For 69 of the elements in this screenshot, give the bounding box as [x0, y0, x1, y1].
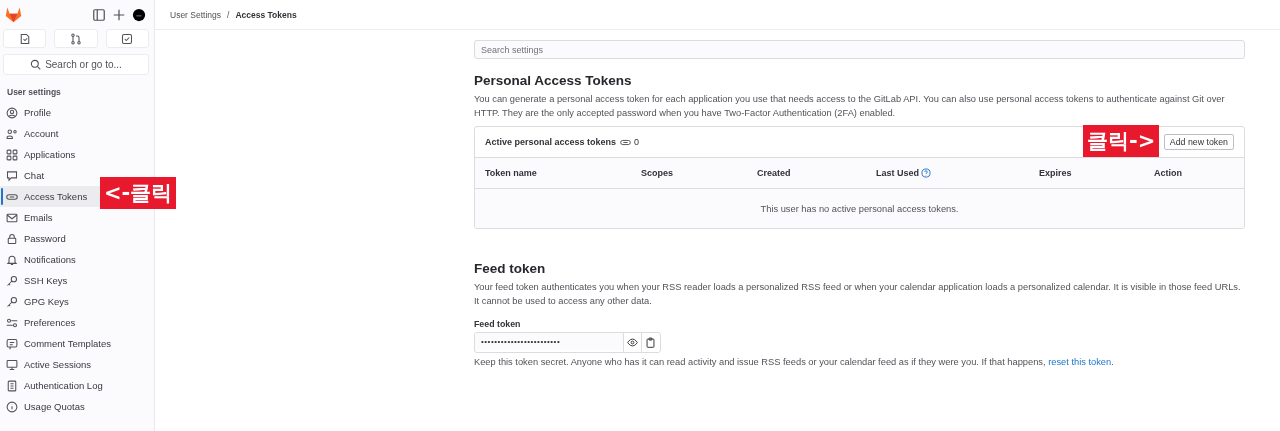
mail-icon: [6, 211, 18, 224]
sidebar-item[interactable]: SSH Keys: [0, 270, 154, 291]
todo-icon: [121, 32, 134, 45]
issue-icon: [18, 32, 31, 45]
sidebar-item[interactable]: Active Sessions: [0, 354, 154, 375]
column-header: Expires: [1039, 168, 1072, 178]
section-heading: Feed token: [474, 261, 547, 276]
sidebar-item[interactable]: Usage Quotas: [0, 396, 154, 417]
sidebar-toggle-icon[interactable]: [92, 7, 106, 22]
column-header: Scopes: [641, 168, 673, 178]
card-title: Active personal access tokens: [485, 137, 617, 147]
monitor-icon: [6, 358, 18, 371]
apps-icon: [6, 148, 18, 161]
column-header: Action: [1154, 168, 1182, 178]
sliders-icon: [6, 316, 18, 329]
info-icon: [6, 400, 18, 413]
sidebar-item[interactable]: Authentication Log: [0, 375, 154, 396]
search-button[interactable]: Search or go to...: [3, 54, 149, 75]
avatar[interactable]: [132, 7, 146, 22]
sidebar-item[interactable]: Preferences: [0, 312, 154, 333]
eye-icon: [627, 337, 638, 348]
sidebar-item[interactable]: GPG Keys: [0, 291, 154, 312]
user-icon: [6, 106, 18, 119]
sidebar-item[interactable]: Password: [0, 228, 154, 249]
section-description: Your feed token authenticates you when your RSS reader loads a personalized RSS feed or when your calendar application loads a personalized calendar. It is visible in those feed URLs. It cannot be used to access any other data.: [474, 281, 1242, 308]
breadcrumb-link[interactable]: User Settings: [170, 9, 222, 20]
key-icon: [6, 274, 18, 287]
field-label: Feed token: [474, 319, 522, 329]
sidebar-item[interactable]: Profile: [0, 102, 154, 123]
search-icon: [30, 59, 42, 70]
help-text: Keep this token secret. Anyone who has it can read activity and issue RSS feeds or your calendar feed as if they were you. If that happens, reset this token.: [474, 356, 1115, 369]
callout-label: 클릭->: [1083, 125, 1160, 157]
breadcrumb-separator: /: [227, 9, 230, 20]
list-icon: [6, 379, 18, 392]
sidebar-item[interactable]: Account: [0, 123, 154, 144]
reveal-button[interactable]: [623, 333, 641, 352]
sidebar-item[interactable]: Notifications: [0, 249, 154, 270]
todo-button[interactable]: [105, 29, 149, 48]
help-icon[interactable]: [921, 168, 931, 178]
lock-icon: [6, 232, 18, 245]
section-description: You can generate a personal access token for each application you use that needs access to the GitLab API. You can also use personal access tokens to authenticate against Git over HTTP. They are the only accepted password when you have Two-Factor Authentication (2FA) enabled.: [474, 93, 1226, 120]
comment-icon: [6, 337, 18, 350]
bell-icon: [6, 253, 18, 266]
sidebar-item[interactable]: Comment Templates: [0, 333, 154, 354]
issue-button[interactable]: [3, 29, 47, 48]
merge-request-button[interactable]: [54, 29, 98, 48]
copy-button[interactable]: [641, 333, 659, 352]
empty-message: This user has no active personal access tokens.: [760, 203, 959, 214]
breadcrumb-current: Access Tokens: [235, 9, 297, 20]
sidebar-item[interactable]: Applications: [0, 144, 154, 165]
sidebar-item[interactable]: Access Tokens: [0, 186, 100, 207]
merge-request-icon: [70, 32, 82, 45]
section-title: User settings: [6, 86, 62, 99]
sidebar-item[interactable]: Emails: [0, 207, 154, 228]
clipboard-icon: [645, 337, 656, 348]
add-token-button[interactable]: Add new token: [1163, 134, 1234, 150]
chat-icon: [6, 169, 18, 182]
callout-label: <-클릭: [100, 177, 177, 209]
feed-token-field[interactable]: ••••••••••••••••••••••••: [474, 332, 661, 353]
column-header: Last Used: [876, 168, 919, 178]
token-count: 0: [634, 137, 640, 147]
column-header: Token name: [485, 168, 537, 178]
logo-icon[interactable]: [4, 6, 23, 23]
plus-icon[interactable]: [112, 7, 126, 22]
users-icon: [6, 127, 18, 140]
section-heading: Personal Access Tokens: [474, 73, 633, 88]
column-header: Created: [757, 168, 791, 178]
key-icon: [6, 295, 18, 308]
search-field[interactable]: Search settings: [474, 40, 1245, 59]
